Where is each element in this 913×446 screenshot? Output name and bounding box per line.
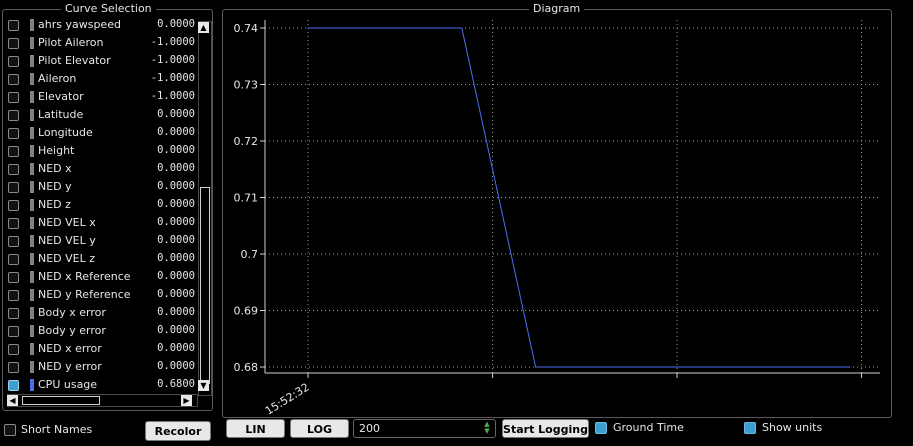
x-tick-label: 15:52:32 <box>263 381 312 418</box>
start-logging-button[interactable]: Start Logging <box>502 419 589 438</box>
y-tick-label: 0.68 <box>234 361 259 374</box>
lin-scale-button[interactable]: LIN <box>226 419 285 438</box>
y-tick-label: 0.69 <box>234 305 259 318</box>
y-tick-label: 0.7 <box>241 248 259 261</box>
y-tick-label: 0.72 <box>234 135 259 148</box>
log-scale-button[interactable]: LOG <box>290 419 349 438</box>
ground-time-checkbox[interactable] <box>595 422 607 434</box>
y-tick-label: 0.73 <box>234 79 259 92</box>
interval-value: 200 <box>359 422 380 435</box>
show-units-checkbox[interactable] <box>744 422 756 434</box>
y-tick-label: 0.71 <box>234 192 259 205</box>
interval-spinbox[interactable]: 200 ▲ ▼ <box>353 419 496 438</box>
diagram-chart: 0.74 0.73 0.72 0.71 0.7 0.69 0.68 15:52:32 <box>234 20 880 418</box>
y-tick-label: 0.74 <box>234 22 259 35</box>
ground-time-label: Ground Time <box>613 421 684 434</box>
spin-arrows-icon[interactable]: ▲ ▼ <box>482 421 492 436</box>
show-units-label: Show units <box>762 421 823 434</box>
